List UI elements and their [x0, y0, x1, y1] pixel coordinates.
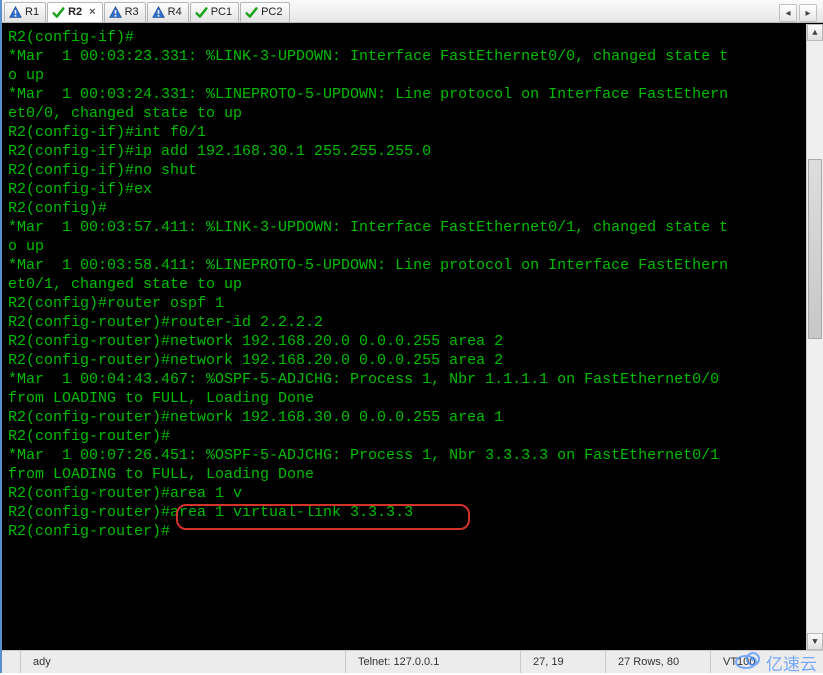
status-cursor: 27, 19: [521, 651, 606, 673]
scrollbar-down-button[interactable]: ▼: [807, 633, 823, 650]
scrollbar-track[interactable]: [807, 41, 823, 633]
scrollbar-up-button[interactable]: ▲: [807, 24, 823, 41]
check-icon: [52, 6, 65, 19]
status-size: 27 Rows, 80: [606, 651, 711, 673]
tab-label: R4: [168, 3, 182, 22]
watermark-text: 亿速云: [766, 650, 817, 675]
session-tab-r2[interactable]: R2 ×: [47, 2, 103, 22]
warn-icon: [152, 6, 165, 19]
warn-icon: [109, 6, 122, 19]
status-bar: ady Telnet: 127.0.0.1 27, 19 27 Rows, 80…: [2, 650, 823, 673]
terminal-panel: R2(config-if)# *Mar 1 00:03:23.331: %LIN…: [2, 23, 823, 650]
tab-label: R1: [25, 3, 39, 22]
status-connection: Telnet: 127.0.0.1: [346, 651, 521, 673]
terminal-output[interactable]: R2(config-if)# *Mar 1 00:03:23.331: %LIN…: [2, 24, 807, 650]
warn-icon: [9, 6, 22, 19]
status-ready: ady: [21, 651, 346, 673]
check-icon: [195, 6, 208, 19]
terminal-scrollbar[interactable]: ▲ ▼: [806, 24, 823, 650]
tab-label: PC1: [211, 3, 232, 22]
scrollbar-thumb[interactable]: [808, 159, 822, 339]
session-tab-r1[interactable]: R1: [4, 2, 46, 22]
session-tab-pc1[interactable]: PC1: [190, 2, 239, 22]
tab-label: PC2: [261, 3, 282, 22]
session-tab-pc2[interactable]: PC2: [240, 2, 289, 22]
status-emulation: VT100: [711, 651, 767, 673]
tab-scroll-left-button[interactable]: ◂: [779, 4, 797, 22]
tab-label: R3: [125, 3, 139, 22]
session-tab-r4[interactable]: R4: [147, 2, 189, 22]
session-tab-r3[interactable]: R3: [104, 2, 146, 22]
tab-label: R2: [68, 3, 82, 22]
tabstrip-nav-arrows: ◂ ▸: [779, 4, 821, 22]
status-grip: [2, 651, 21, 673]
tab-close-button[interactable]: ×: [89, 3, 95, 22]
tab-scroll-right-button[interactable]: ▸: [799, 4, 817, 22]
tab-strip: R1 R2 × R3 R4: [2, 0, 823, 23]
check-icon: [245, 6, 258, 19]
